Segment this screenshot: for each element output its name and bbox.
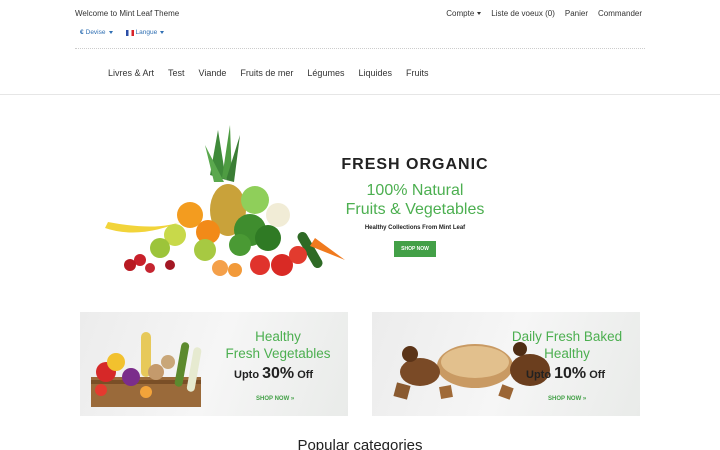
promo-banner-bakery[interactable]: Daily Fresh Baked Healthy Upto 10% Off S… bbox=[372, 312, 640, 416]
caret-down-icon bbox=[477, 12, 482, 16]
euro-icon: € bbox=[80, 29, 84, 36]
nav-item-meat[interactable]: Viande bbox=[199, 68, 227, 78]
language-label: Langue bbox=[135, 29, 158, 36]
offer-prefix: Upto bbox=[526, 369, 555, 381]
banner-title-line1: Daily Fresh Baked bbox=[511, 329, 623, 344]
nav-item-fruits[interactable]: Fruits bbox=[406, 68, 429, 78]
offer-suffix: Off bbox=[586, 369, 606, 381]
offer-value: 10% bbox=[554, 365, 587, 382]
banner-title: Daily Fresh Baked Healthy bbox=[502, 328, 632, 362]
fruits-vegetables-image bbox=[105, 125, 345, 277]
hero-subheading-2: Fruits & Vegetables bbox=[345, 201, 485, 218]
nav-item-books-art[interactable]: Livres & Art bbox=[108, 68, 154, 78]
hero-shop-now-button[interactable]: SHOP NOW bbox=[394, 241, 436, 257]
hero-heading: FRESH ORGANIC bbox=[341, 156, 489, 173]
hero-tagline: Healthy Collections From Mint Leaf bbox=[364, 225, 466, 231]
nav-item-seafood[interactable]: Fruits de mer bbox=[240, 68, 293, 78]
divider bbox=[75, 48, 645, 49]
cart-link[interactable]: Panier bbox=[565, 9, 588, 18]
language-dropdown[interactable]: Langue bbox=[125, 29, 165, 36]
hero-subheading: 100% Natural bbox=[366, 182, 464, 199]
promo-banner-vegetables[interactable]: Healthy Fresh Vegetables Upto 30% Off SH… bbox=[80, 312, 348, 416]
account-label: Compte bbox=[446, 9, 475, 18]
offer-value: 30% bbox=[262, 365, 295, 382]
banner-offer: Upto 10% Off bbox=[526, 365, 605, 383]
banner-title: Healthy Fresh Vegetables bbox=[218, 328, 338, 362]
currency-dropdown[interactable]: € Devise bbox=[80, 29, 113, 36]
top-links: Compte Liste de voeux (0) Panier Command… bbox=[446, 9, 642, 18]
checkout-link[interactable]: Commander bbox=[598, 9, 642, 18]
nav-item-test[interactable]: Test bbox=[168, 68, 185, 78]
top-bar: Welcome to Mint Leaf Theme Compte Liste … bbox=[0, 0, 720, 48]
banner-title-line1: Healthy bbox=[255, 329, 301, 344]
caret-down-icon bbox=[108, 31, 113, 34]
vegetable-crate-image bbox=[91, 332, 202, 407]
main-nav: Livres & Art Test Viande Fruits de mer L… bbox=[108, 68, 428, 78]
currency-label: Devise bbox=[85, 29, 106, 36]
banner-shop-now-link[interactable]: SHOP NOW » bbox=[548, 396, 586, 402]
popular-categories-heading: Popular categories bbox=[297, 437, 423, 450]
wishlist-link[interactable]: Liste de voeux (0) bbox=[491, 9, 555, 18]
currency-language-switcher: € Devise Langue bbox=[80, 29, 165, 36]
banner-shop-now-link[interactable]: SHOP NOW » bbox=[256, 396, 294, 402]
nav-item-vegetables[interactable]: Légumes bbox=[307, 68, 344, 78]
banner-title-line2: Healthy bbox=[544, 346, 590, 361]
hero-text: FRESH ORGANIC 100% Natural Fruits & Vege… bbox=[325, 156, 505, 257]
banner-title-line2: Fresh Vegetables bbox=[225, 346, 331, 361]
nav-item-liquids[interactable]: Liquides bbox=[358, 68, 392, 78]
offer-prefix: Upto bbox=[234, 369, 263, 381]
banner-offer: Upto 30% Off bbox=[234, 365, 313, 383]
french-flag-icon bbox=[125, 29, 134, 36]
welcome-text: Welcome to Mint Leaf Theme bbox=[75, 9, 180, 18]
caret-down-icon bbox=[160, 31, 165, 34]
account-link[interactable]: Compte bbox=[446, 9, 482, 18]
offer-suffix: Off bbox=[294, 369, 314, 381]
